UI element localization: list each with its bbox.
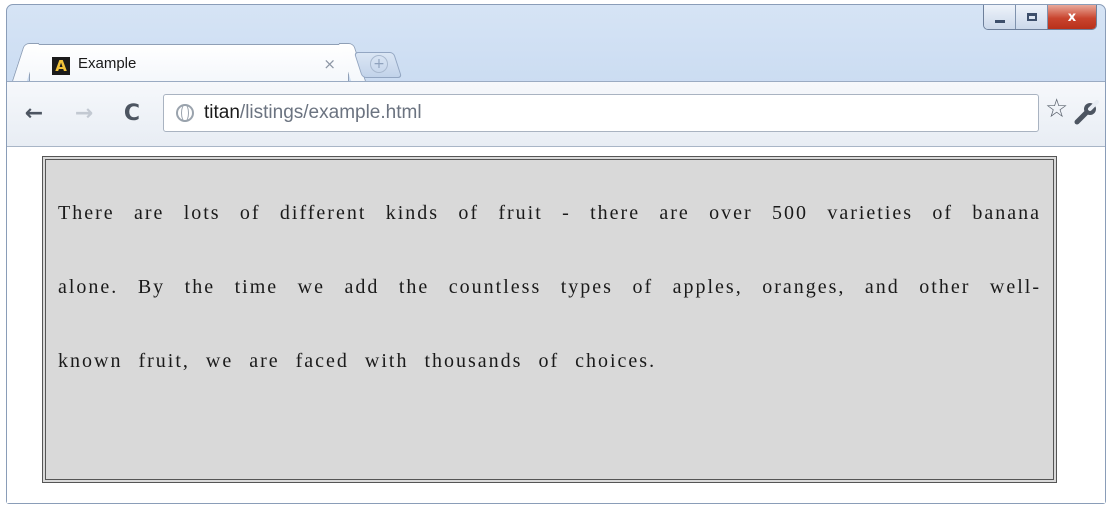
url-text: titan/listings/example.html xyxy=(204,102,422,124)
star-icon[interactable]: ☆ xyxy=(1045,96,1068,122)
forward-arrow-icon: → xyxy=(74,100,94,126)
app-favicon-icon: A xyxy=(52,57,70,75)
fruit-paragraph: There are lots of different kinds of fru… xyxy=(42,156,1057,483)
back-arrow-icon: ← xyxy=(24,100,44,126)
tab-title: Example xyxy=(78,55,137,72)
back-button[interactable]: ← xyxy=(19,98,49,128)
forward-button[interactable]: → xyxy=(69,98,99,128)
wrench-icon[interactable] xyxy=(1073,100,1099,126)
tab-example[interactable]: A Example × xyxy=(29,44,349,82)
globe-icon xyxy=(176,104,194,122)
maximize-icon xyxy=(1026,13,1037,21)
reload-button[interactable]: C xyxy=(117,98,147,128)
minimize-button[interactable] xyxy=(984,5,1016,29)
close-window-button[interactable]: x xyxy=(1048,5,1096,29)
url-host: titan xyxy=(204,102,240,123)
address-bar[interactable]: titan/listings/example.html xyxy=(163,94,1039,132)
new-tab-icon[interactable]: + xyxy=(370,55,388,73)
browser-window: x A Example × + ← → C titan/listings/exa… xyxy=(6,4,1106,504)
maximize-button[interactable] xyxy=(1016,5,1048,29)
page-viewport: There are lots of different kinds of fru… xyxy=(7,147,1105,503)
browser-toolbar: ← → C titan/listings/example.html ☆ xyxy=(7,81,1105,147)
minimize-icon xyxy=(994,19,1005,23)
reload-icon: C xyxy=(123,100,141,126)
close-icon: x xyxy=(1067,9,1077,25)
url-path: /listings/example.html xyxy=(239,102,422,123)
window-controls: x xyxy=(983,5,1097,30)
tab-close-icon[interactable]: × xyxy=(323,55,336,73)
